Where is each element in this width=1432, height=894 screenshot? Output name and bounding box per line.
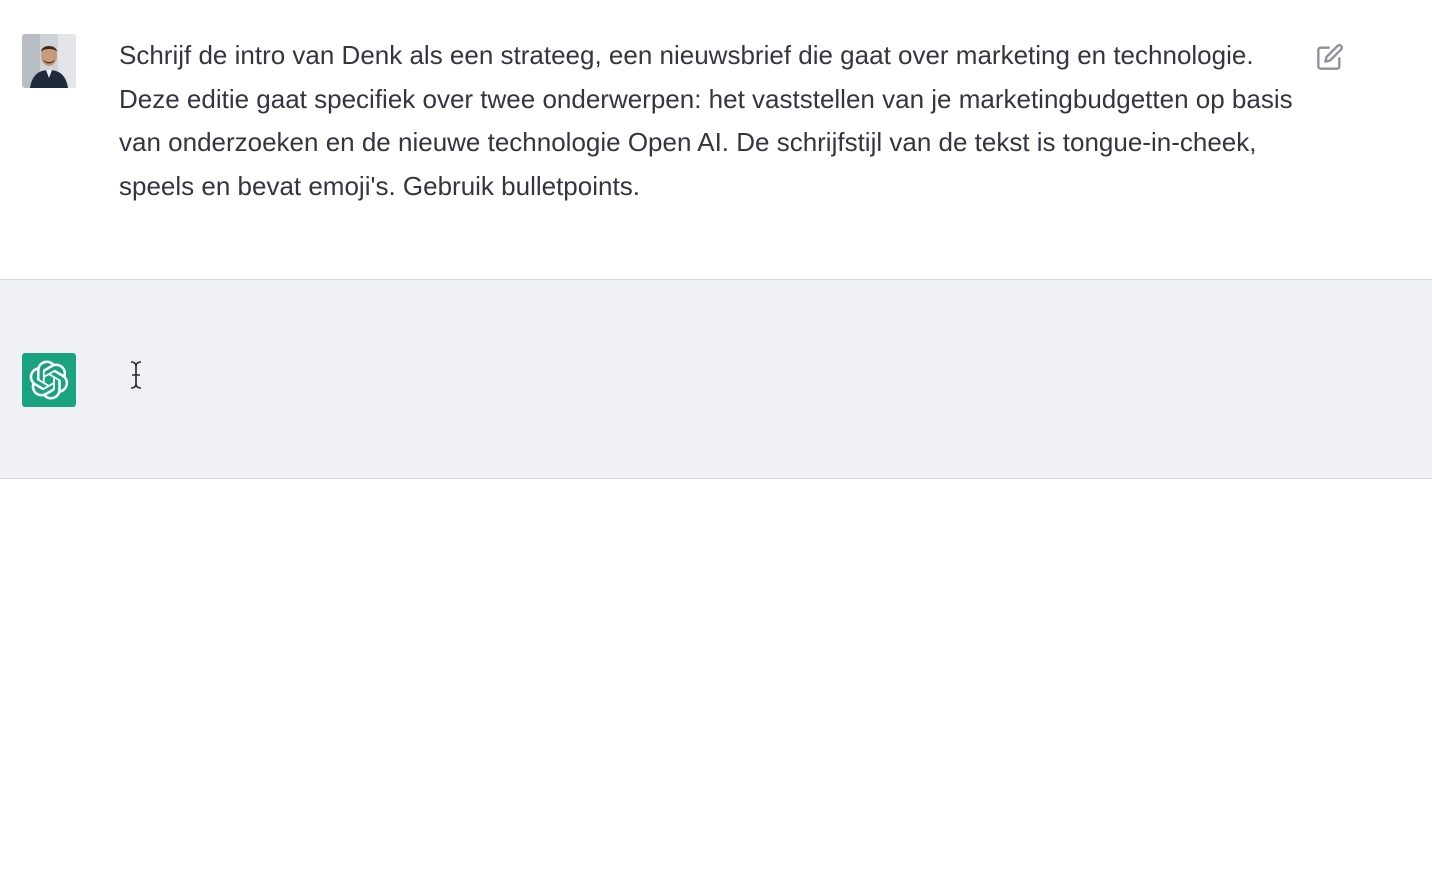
user-message-row: Schrijf de intro van Denk als een strate…	[0, 0, 1432, 279]
user-avatar	[22, 34, 76, 88]
assistant-message-row	[0, 280, 1432, 478]
i-beam-cursor-icon	[130, 361, 142, 389]
assistant-avatar	[22, 353, 76, 407]
edit-message-button[interactable]	[1313, 40, 1347, 74]
user-photo-avatar-icon	[22, 34, 76, 88]
conversation-empty-space	[0, 479, 1432, 894]
user-message-text: Schrijf de intro van Denk als een strate…	[119, 40, 1293, 201]
text-cursor-icon	[128, 360, 144, 390]
openai-logo-icon	[29, 360, 69, 400]
edit-pencil-icon	[1317, 44, 1343, 70]
